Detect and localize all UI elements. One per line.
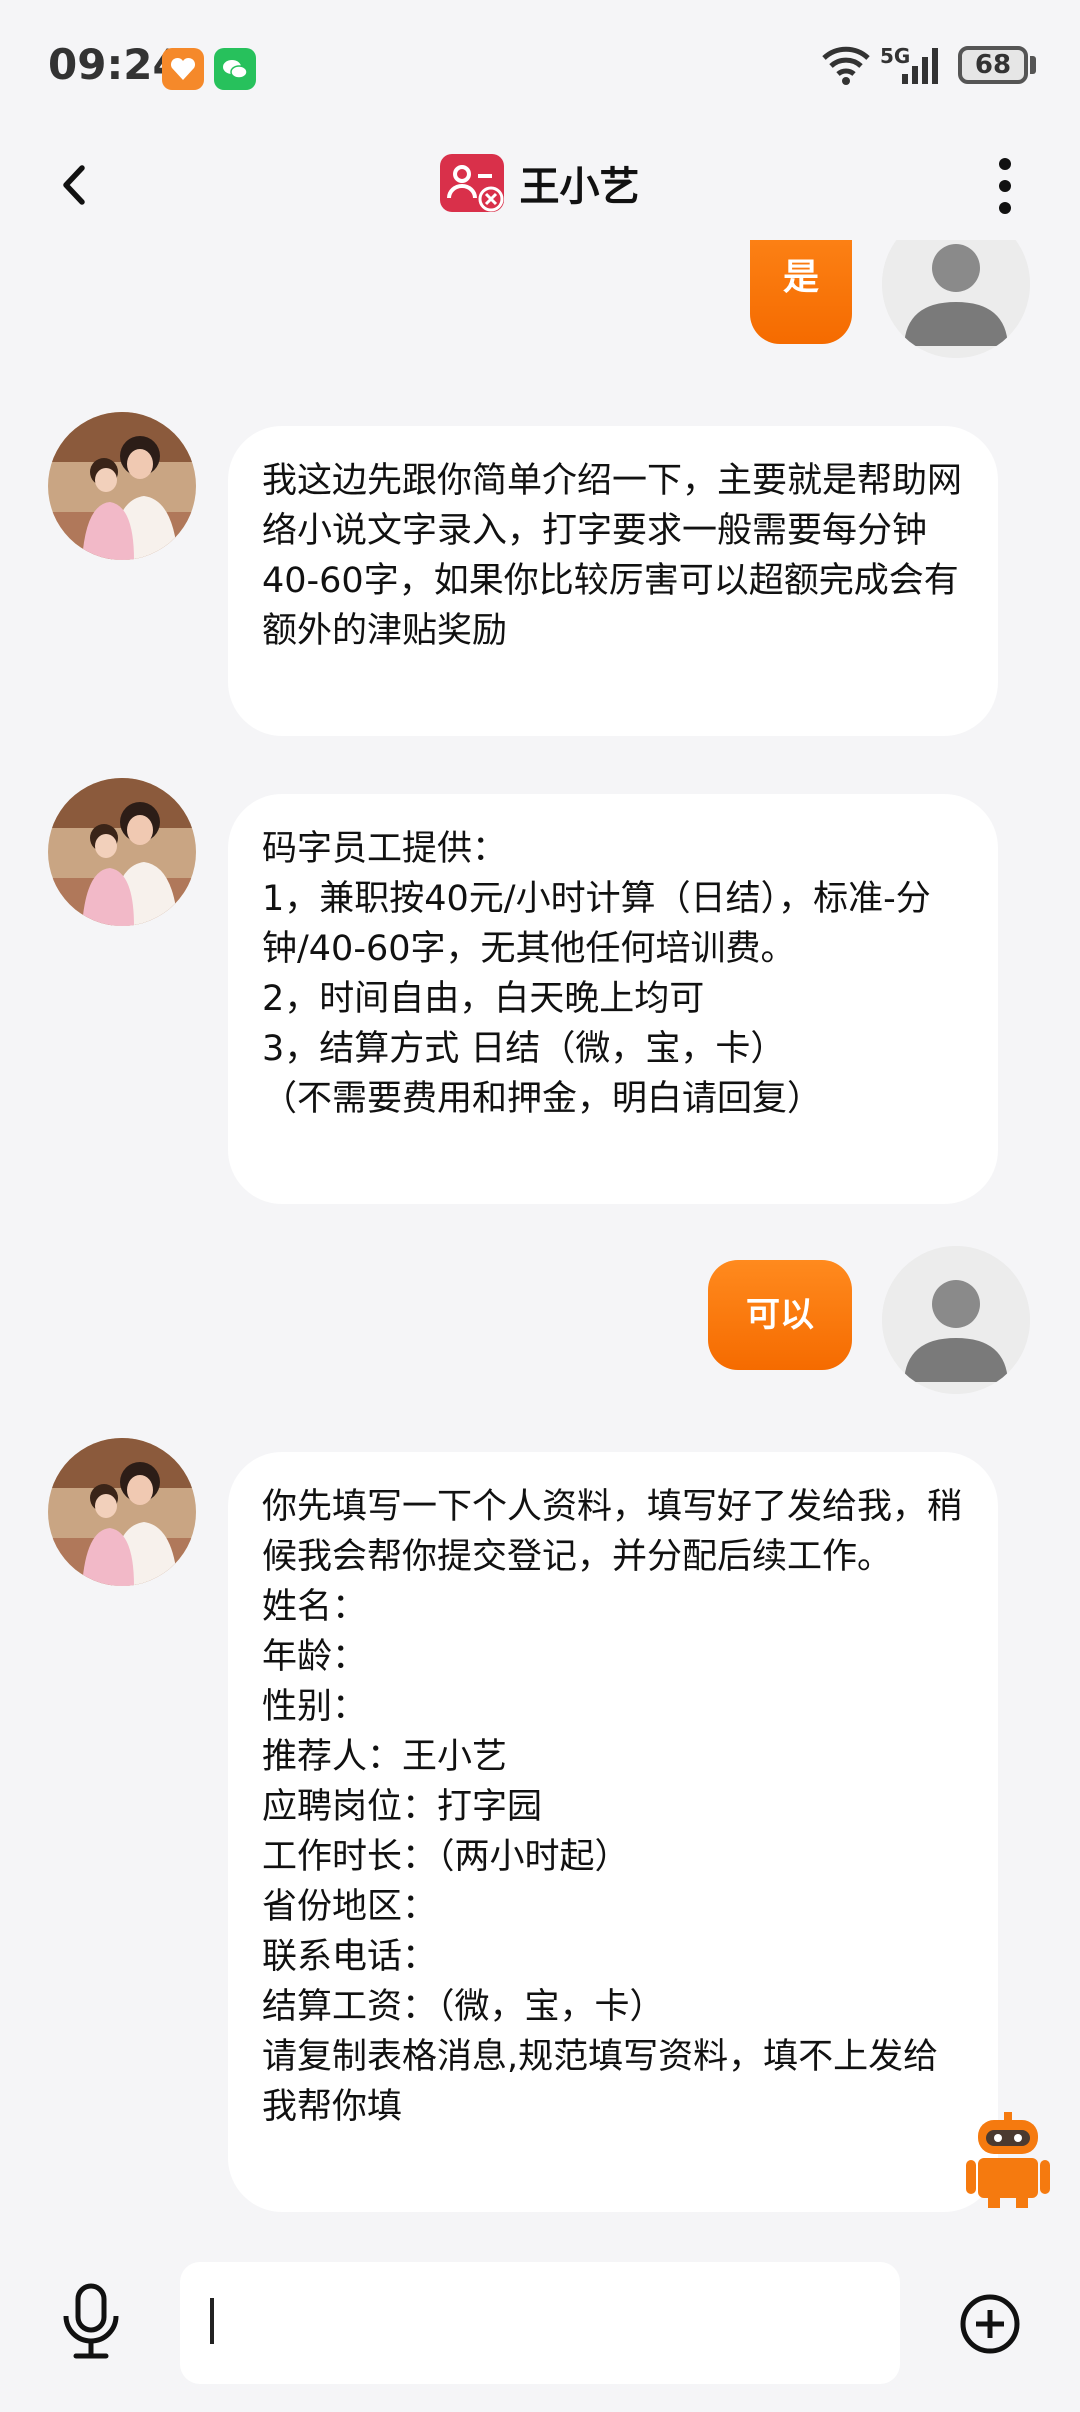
chat-header: 王小艺 xyxy=(0,130,1080,240)
more-options-icon[interactable] xyxy=(990,154,1020,218)
contact-avatar[interactable] xyxy=(48,778,196,926)
battery-level: 68 xyxy=(974,50,1012,80)
incoming-message[interactable]: 我这边先跟你简单介绍一下，主要就是帮助网络小说文字录入，打字要求一般需要每分钟4… xyxy=(228,426,998,736)
outgoing-message[interactable]: 是 xyxy=(750,240,852,344)
message-list[interactable]: 是 我这边先跟你简单介绍一下，主要就是帮助网络小说文字录入，打字要求一般需要每分… xyxy=(0,240,1080,2228)
wifi-icon xyxy=(822,46,870,85)
battery-icon: 68 xyxy=(958,46,1028,84)
incoming-message[interactable]: 码字员工提供： 1，兼职按40元/小时计算（日结），标准-分钟/40-60字，无… xyxy=(228,794,998,1204)
wechat-notification-icon xyxy=(214,48,256,90)
signal-icon xyxy=(902,48,938,84)
my-avatar[interactable] xyxy=(882,240,1030,358)
incoming-message[interactable]: 你先填写一下个人资料，填写好了发给我，稍候我会帮你提交登记，并分配后续工作。 姓… xyxy=(228,1452,998,2212)
health-app-icon xyxy=(162,48,204,90)
add-attachment-icon[interactable] xyxy=(958,2292,1022,2356)
assistant-robot-icon[interactable] xyxy=(964,2112,1052,2208)
text-caret xyxy=(210,2298,214,2344)
microphone-icon[interactable] xyxy=(56,2282,126,2362)
message-input[interactable] xyxy=(180,2262,900,2384)
input-bar xyxy=(0,2228,1080,2412)
status-bar: 09:24 5G 68 xyxy=(0,0,1080,130)
chat-title: 王小艺 xyxy=(0,154,1080,212)
contact-blocked-icon xyxy=(440,154,505,212)
battery-cap xyxy=(1030,56,1036,74)
contact-name: 王小艺 xyxy=(519,164,640,210)
contact-avatar[interactable] xyxy=(48,412,196,560)
contact-avatar[interactable] xyxy=(48,1438,196,1586)
my-avatar[interactable] xyxy=(882,1246,1030,1394)
outgoing-message[interactable]: 可以 xyxy=(708,1260,852,1370)
